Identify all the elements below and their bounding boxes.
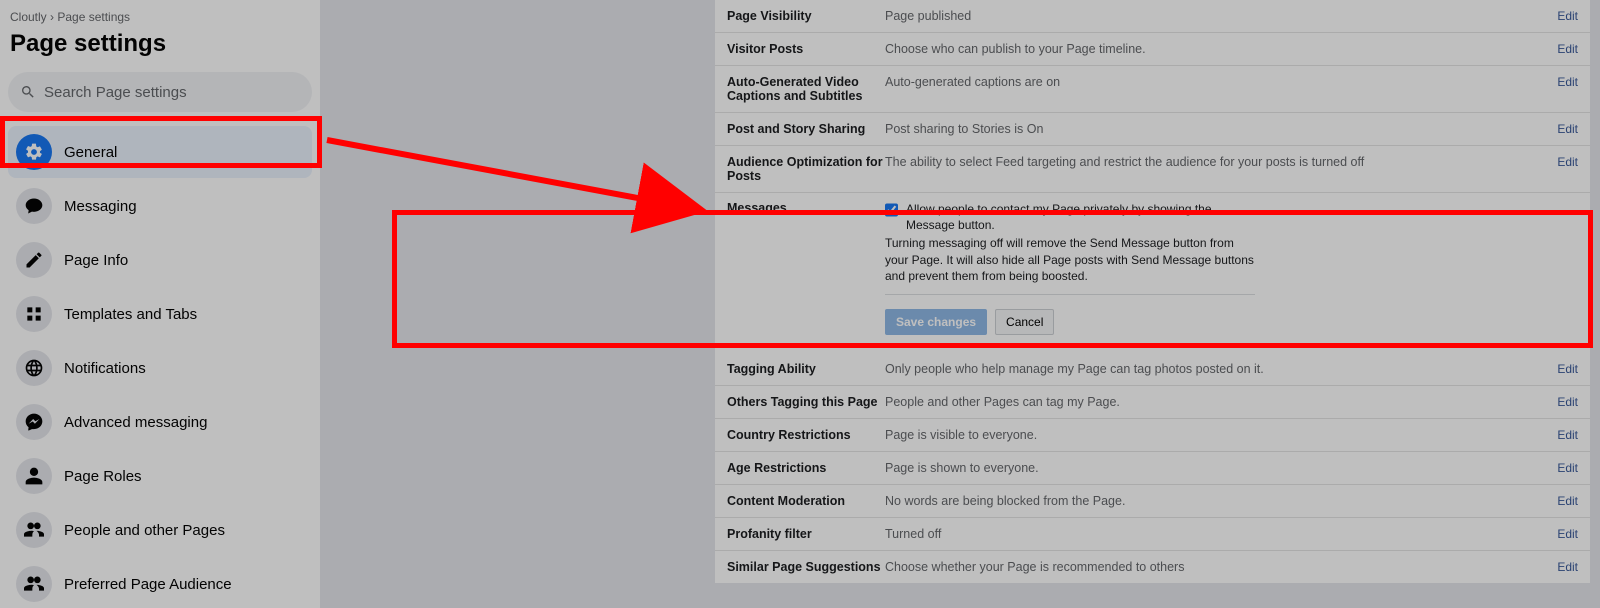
edit-link[interactable]: Edit [1547, 428, 1578, 442]
settings-row-label: Content Moderation [727, 494, 885, 508]
settings-row: Profanity filterTurned offEdit [715, 517, 1590, 550]
settings-row-value: Turned off [885, 527, 1547, 541]
settings-row: Similar Page SuggestionsChoose whether y… [715, 550, 1590, 583]
grid-icon [16, 296, 52, 332]
settings-row-value: People and other Pages can tag my Page. [885, 395, 1547, 409]
settings-row-value: Page is visible to everyone. [885, 428, 1547, 442]
messenger-icon [16, 404, 52, 440]
pencil-icon [16, 242, 52, 278]
edit-link[interactable]: Edit [1547, 155, 1578, 169]
settings-row-value: Page is shown to everyone. [885, 461, 1547, 475]
gear-icon [16, 134, 52, 170]
edit-link[interactable]: Edit [1547, 461, 1578, 475]
edit-link[interactable]: Edit [1547, 42, 1578, 56]
settings-row-value: Choose whether your Page is recommended … [885, 560, 1547, 574]
sidebar-item-preferred-page-audience[interactable]: Preferred Page Audience [8, 558, 312, 608]
settings-row-value: Page published [885, 9, 1547, 23]
sidebar-item-page-roles[interactable]: Page Roles [8, 450, 312, 502]
edit-link[interactable]: Edit [1547, 75, 1578, 89]
messages-section: Messages Allow people to contact my Page… [715, 192, 1590, 353]
messages-checkbox[interactable] [885, 203, 898, 217]
sidebar-item-advanced-messaging[interactable]: Advanced messaging [8, 396, 312, 448]
settings-row: Age RestrictionsPage is shown to everyon… [715, 451, 1590, 484]
settings-row-label: Post and Story Sharing [727, 122, 885, 136]
sidebar-item-label: General [64, 144, 117, 161]
nav-list: General Messaging Page Info Templates and T… [0, 122, 320, 608]
settings-row: Country RestrictionsPage is visible to e… [715, 418, 1590, 451]
edit-link[interactable]: Edit [1547, 362, 1578, 376]
sidebar-item-notifications[interactable]: Notifications [8, 342, 312, 394]
settings-row-label: Auto-Generated Video Captions and Subtit… [727, 75, 885, 103]
users-icon [16, 566, 52, 602]
settings-row: Post and Story SharingPost sharing to St… [715, 112, 1590, 145]
sidebar-item-label: Page Info [64, 252, 128, 269]
messages-checkbox-label: Allow people to contact my Page privatel… [906, 201, 1255, 233]
messages-label: Messages [727, 201, 885, 335]
chat-bubble-icon [16, 188, 52, 224]
sidebar-item-label: Page Roles [64, 468, 142, 485]
breadcrumb: Cloutly › Page settings [0, 0, 320, 26]
user-icon [16, 458, 52, 494]
settings-row-label: Age Restrictions [727, 461, 885, 475]
settings-table: Page VisibilityPage publishedEditVisitor… [715, 0, 1590, 583]
users-icon [16, 512, 52, 548]
edit-link[interactable]: Edit [1547, 122, 1578, 136]
globe-icon [16, 350, 52, 386]
settings-row-label: Visitor Posts [727, 42, 885, 56]
sidebar-item-label: Preferred Page Audience [64, 576, 232, 593]
settings-row-value: The ability to select Feed targeting and… [885, 155, 1547, 169]
settings-row-value: Post sharing to Stories is On [885, 122, 1547, 136]
settings-row-value: Only people who help manage my Page can … [885, 362, 1547, 376]
messages-description: Turning messaging off will remove the Se… [885, 235, 1255, 284]
settings-row: Audience Optimization for PostsThe abili… [715, 145, 1590, 192]
settings-row-label: Others Tagging this Page [727, 395, 885, 409]
sidebar-item-page-info[interactable]: Page Info [8, 234, 312, 286]
settings-row-label: Profanity filter [727, 527, 885, 541]
cancel-button[interactable]: Cancel [995, 309, 1054, 335]
edit-link[interactable]: Edit [1547, 527, 1578, 541]
settings-row-label: Country Restrictions [727, 428, 885, 442]
search-icon [20, 84, 36, 100]
sidebar: Cloutly › Page settings Page settings Se… [0, 0, 320, 608]
settings-row-value: No words are being blocked from the Page… [885, 494, 1547, 508]
divider [885, 294, 1255, 295]
sidebar-item-messaging[interactable]: Messaging [8, 180, 312, 232]
save-changes-button[interactable]: Save changes [885, 309, 987, 335]
settings-row-label: Audience Optimization for Posts [727, 155, 885, 183]
sidebar-item-label: Advanced messaging [64, 414, 207, 431]
search-input[interactable]: Search Page settings [8, 72, 312, 112]
sidebar-item-label: Notifications [64, 360, 146, 377]
edit-link[interactable]: Edit [1547, 395, 1578, 409]
settings-row-label: Similar Page Suggestions [727, 560, 885, 574]
sidebar-item-general[interactable]: General [8, 126, 312, 178]
search-placeholder: Search Page settings [44, 84, 187, 101]
settings-row: Content ModerationNo words are being blo… [715, 484, 1590, 517]
settings-row: Auto-Generated Video Captions and Subtit… [715, 65, 1590, 112]
sidebar-item-label: Templates and Tabs [64, 306, 197, 323]
settings-row: Visitor PostsChoose who can publish to y… [715, 32, 1590, 65]
sidebar-item-label: Messaging [64, 198, 137, 215]
settings-row-label: Page Visibility [727, 9, 885, 23]
page-title: Page settings [0, 26, 320, 72]
settings-row-value: Choose who can publish to your Page time… [885, 42, 1547, 56]
settings-row: Others Tagging this PagePeople and other… [715, 385, 1590, 418]
settings-row-label: Tagging Ability [727, 362, 885, 376]
settings-row: Tagging AbilityOnly people who help mana… [715, 353, 1590, 385]
content-area: Page VisibilityPage publishedEditVisitor… [320, 0, 1600, 608]
edit-link[interactable]: Edit [1547, 9, 1578, 23]
sidebar-item-templates-and-tabs[interactable]: Templates and Tabs [8, 288, 312, 340]
edit-link[interactable]: Edit [1547, 494, 1578, 508]
sidebar-item-label: People and other Pages [64, 522, 225, 539]
edit-link[interactable]: Edit [1547, 560, 1578, 574]
sidebar-item-people-and-other-pages[interactable]: People and other Pages [8, 504, 312, 556]
settings-row-value: Auto-generated captions are on [885, 75, 1547, 89]
settings-row: Page VisibilityPage publishedEdit [715, 0, 1590, 32]
